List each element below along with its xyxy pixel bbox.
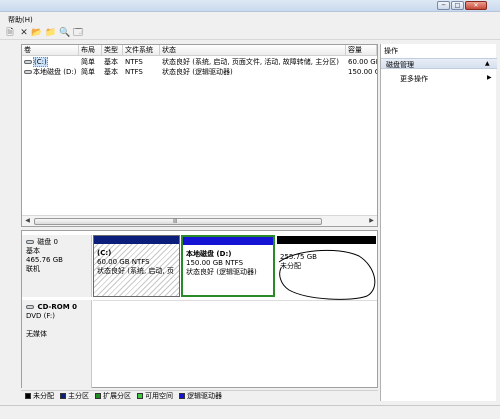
title-bar: ─ □ ✕ — [0, 0, 500, 12]
properties-icon[interactable]: 🗔 — [73, 28, 83, 38]
section-label: 磁盘管理 — [386, 61, 414, 69]
menu-bar: 帮助(H) — [0, 13, 500, 25]
column-header-layout[interactable]: 布局 — [79, 45, 102, 56]
folder-up-icon[interactable]: 📁 — [45, 28, 56, 38]
volume-list: 卷 布局 类型 文件系统 状态 容量 (C:) 简单 基本 NTFS 状态良好 … — [21, 44, 378, 227]
scroll-left-icon[interactable]: ◀ — [23, 217, 32, 225]
actions-title: 操作 — [384, 47, 398, 55]
partition-d[interactable]: 本地磁盘 (D:) 150.00 GB NTFS 状态良好 (逻辑驱动器) — [181, 235, 275, 297]
status-bar — [0, 405, 500, 419]
layout-cell: 简单 — [81, 68, 95, 76]
legend-item: 可用空间 — [137, 393, 173, 400]
actions-section-disk-management[interactable]: 磁盘管理 ▲ — [381, 58, 497, 69]
type-cell: 基本 — [104, 68, 118, 76]
volume-name: (C:) — [33, 57, 48, 67]
freehand-circle-annotation — [278, 249, 376, 300]
legend-item: 未分配 — [25, 393, 54, 400]
delete-icon[interactable]: ✕ — [19, 28, 29, 38]
menu-help[interactable]: 帮助(H) — [8, 15, 33, 25]
filesystem-cell: NTFS — [125, 58, 143, 66]
disk-state: 联机 — [26, 265, 40, 273]
maximize-button[interactable]: □ — [451, 1, 464, 10]
legend-item: 主分区 — [60, 393, 89, 400]
partition-info: 本地磁盘 (D:) 150.00 GB NTFS 状态良好 (逻辑驱动器) — [186, 250, 257, 276]
scroll-right-icon[interactable]: ▶ — [367, 217, 376, 225]
disk-name: CD-ROM 0 — [26, 303, 87, 312]
cdrom-area — [93, 300, 377, 388]
scrollbar-thumb[interactable]: Ⅲ — [34, 218, 322, 225]
collapse-arrow-icon[interactable]: ▲ — [485, 60, 490, 67]
column-header-status[interactable]: 状态 — [160, 45, 346, 56]
more-actions-item[interactable]: 更多操作 — [400, 74, 428, 84]
partition-c[interactable]: (C:) 60.00 GB NTFS 状态良好 (系统, 启动, 页 — [93, 235, 180, 297]
type-cell: 基本 — [104, 58, 118, 66]
column-header-filesystem[interactable]: 文件系统 — [123, 45, 160, 56]
unallocated-space[interactable]: 255.75 GB 未分配 — [276, 235, 377, 300]
column-header-type[interactable]: 类型 — [102, 45, 123, 56]
disk-name: 磁盘 0 — [26, 238, 87, 247]
disk-state: 无媒体 — [26, 330, 47, 338]
partition-color-bar — [94, 236, 179, 244]
toolbar: 🗎 ✕ 📂 📁 🔍 🗔 — [0, 26, 500, 40]
capacity-cell: 150.00 G — [348, 68, 377, 76]
status-cell: 状态良好 (逻辑驱动器) — [162, 68, 233, 76]
capacity-cell: 60.00 GE — [348, 58, 377, 66]
column-header-volume[interactable]: 卷 — [22, 45, 79, 56]
layout-cell: 简单 — [81, 58, 95, 66]
disk-type: 基本 — [26, 247, 40, 255]
open-folder-icon[interactable]: 📂 — [31, 28, 42, 38]
disk-size: 465.76 GB — [26, 256, 63, 264]
disk-icon — [26, 240, 34, 244]
search-icon[interactable]: 🔍 — [59, 28, 70, 38]
volume-name: 本地磁盘 (D:) — [33, 68, 77, 76]
partition-info: 255.75 GB 未分配 — [280, 253, 317, 270]
disk-map: 磁盘 0 基本 465.76 GB 联机 (C:) 60.00 GB NTFS … — [21, 230, 378, 388]
cdrom-0-label[interactable]: CD-ROM 0 DVD (F:) 无媒体 — [22, 300, 92, 388]
partition-color-bar — [183, 237, 273, 245]
legend-item: 扩展分区 — [95, 393, 131, 400]
legend-item: 逻辑驱动器 — [179, 393, 222, 400]
grip-icon: Ⅲ — [173, 218, 178, 225]
submenu-arrow-icon[interactable]: ▶ — [487, 74, 492, 81]
legend: 未分配 主分区 扩展分区 可用空间 逻辑驱动器 — [21, 390, 378, 401]
close-button[interactable]: ✕ — [465, 1, 487, 10]
drive-icon — [24, 70, 32, 74]
volume-cell: 本地磁盘 (D:) — [22, 67, 79, 77]
horizontal-scrollbar[interactable]: ◀ Ⅲ ▶ — [22, 215, 377, 226]
cdrom-icon — [26, 305, 34, 309]
partition-info: (C:) 60.00 GB NTFS 状态良好 (系统, 启动, 页 — [97, 249, 174, 275]
minimize-button[interactable]: ─ — [437, 1, 450, 10]
status-cell: 状态良好 (系统, 启动, 页面文件, 活动, 故障转储, 主分区) — [162, 58, 339, 66]
volume-cell: (C:) — [22, 57, 79, 67]
filesystem-cell: NTFS — [125, 68, 143, 76]
actions-pane: 操作 磁盘管理 ▲ 更多操作 ▶ — [380, 44, 497, 401]
disk-type: DVD (F:) — [26, 312, 55, 320]
document-icon[interactable]: 🗎 — [5, 28, 15, 38]
drive-icon — [24, 60, 32, 64]
column-header-capacity[interactable]: 容量 — [346, 45, 377, 56]
disk-0-label[interactable]: 磁盘 0 基本 465.76 GB 联机 — [22, 235, 92, 297]
